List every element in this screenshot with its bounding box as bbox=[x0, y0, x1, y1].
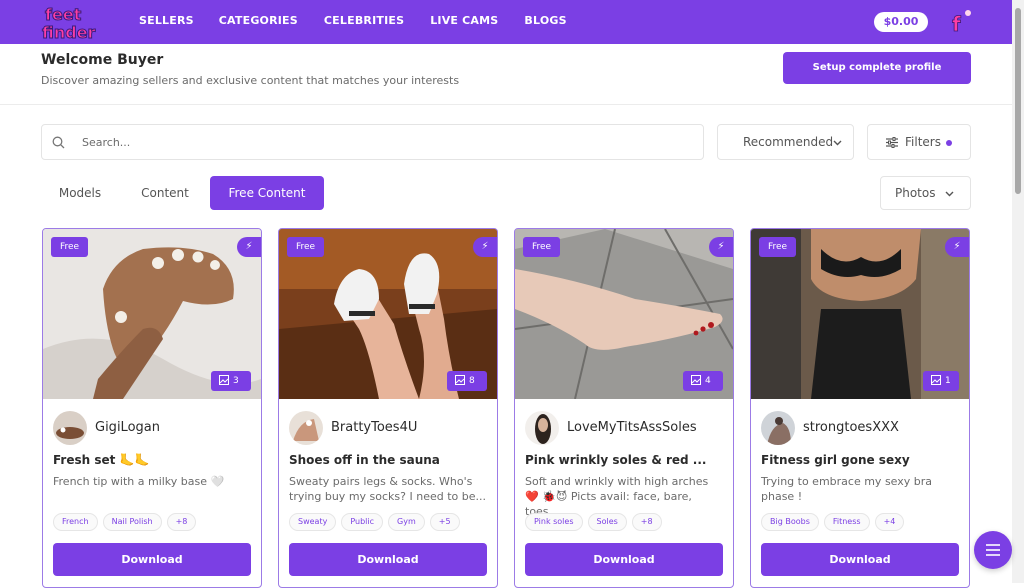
sliders-icon bbox=[886, 137, 898, 148]
filters-active-dot bbox=[946, 140, 952, 146]
tag-chip[interactable]: Soles bbox=[587, 513, 627, 531]
content-title: Pink wrinkly soles & red ... bbox=[525, 453, 707, 467]
tab-models[interactable]: Models bbox=[41, 176, 119, 210]
avatar[interactable] bbox=[53, 411, 87, 445]
wallet-balance-button[interactable]: $0.00 bbox=[874, 12, 928, 32]
nav-categories[interactable]: CATEGORIES bbox=[219, 14, 298, 27]
free-badge: Free bbox=[759, 237, 796, 257]
media-type-dropdown[interactable]: Photos bbox=[880, 176, 971, 210]
photo-count-badge: 4 bbox=[683, 371, 723, 391]
search-placeholder: Search... bbox=[82, 136, 131, 149]
lightning-icon: ⚡ bbox=[945, 237, 969, 257]
page-scrollbar[interactable] bbox=[1012, 0, 1024, 583]
avatar[interactable] bbox=[525, 411, 559, 445]
tag-chip[interactable]: French bbox=[53, 513, 98, 531]
tag-chip[interactable]: Big Boobs bbox=[761, 513, 819, 531]
tag-chip[interactable]: Pink soles bbox=[525, 513, 583, 531]
top-navbar: feet finder SELLERS CATEGORIES CELEBRITI… bbox=[0, 0, 1012, 44]
content-title: Fresh set 🦶🦶 bbox=[53, 453, 150, 467]
photo-count: 1 bbox=[945, 376, 951, 386]
photo-count-badge: 3 bbox=[211, 371, 251, 391]
tag-list: Big Boobs Fitness +4 bbox=[761, 513, 905, 531]
content-card[interactable]: Free ⚡ 8 BrattyToes4U Shoes off in the s… bbox=[278, 228, 498, 588]
tag-list: French Nail Polish +8 bbox=[53, 513, 197, 531]
svg-text:finder: finder bbox=[42, 23, 96, 42]
lightning-icon: ⚡ bbox=[709, 237, 733, 257]
image-icon bbox=[691, 375, 701, 385]
nav-sellers[interactable]: SELLERS bbox=[139, 14, 194, 27]
setup-profile-button[interactable]: Setup complete profile bbox=[783, 52, 971, 84]
search-input[interactable]: Search... bbox=[41, 124, 704, 160]
photo-count: 4 bbox=[705, 376, 711, 386]
content-description: Sweaty pairs legs & socks. Who's trying … bbox=[289, 475, 486, 503]
seller-username[interactable]: BrattyToes4U bbox=[331, 420, 417, 435]
seller-username[interactable]: LoveMyTitsAssSoles bbox=[567, 420, 697, 435]
welcome-section: Welcome Buyer Discover amazing sellers a… bbox=[41, 52, 459, 87]
floating-menu-button[interactable] bbox=[974, 531, 1012, 569]
welcome-subtitle: Discover amazing sellers and exclusive c… bbox=[41, 74, 460, 87]
image-icon bbox=[219, 375, 229, 385]
search-icon bbox=[52, 136, 65, 149]
download-button[interactable]: Download bbox=[289, 543, 487, 576]
tag-list: Pink soles Soles +8 bbox=[525, 513, 662, 531]
filters-button[interactable]: Filters bbox=[867, 124, 971, 160]
photo-count: 3 bbox=[233, 376, 239, 386]
tag-chip[interactable]: +8 bbox=[166, 513, 197, 531]
content-description: French tip with a milky base 🤍 bbox=[53, 475, 225, 488]
chevron-down-icon bbox=[833, 140, 842, 146]
seller-username[interactable]: GigiLogan bbox=[95, 420, 160, 435]
free-badge: Free bbox=[523, 237, 560, 257]
chevron-down-icon bbox=[945, 191, 954, 197]
lightning-icon: ⚡ bbox=[237, 237, 261, 257]
avatar[interactable] bbox=[761, 411, 795, 445]
content-title: Shoes off in the sauna bbox=[289, 453, 440, 467]
welcome-title: Welcome Buyer bbox=[41, 52, 164, 68]
content-description: Trying to embrace my sexy bra phase ! bbox=[761, 475, 933, 503]
tag-chip[interactable]: +5 bbox=[429, 513, 460, 531]
photo-count-badge: 8 bbox=[447, 371, 487, 391]
profile-avatar-icon[interactable]: f bbox=[950, 9, 972, 35]
lightning-icon: ⚡ bbox=[473, 237, 497, 257]
tab-content[interactable]: Content bbox=[126, 176, 204, 210]
tag-chip[interactable]: +4 bbox=[874, 513, 905, 531]
main-nav: SELLERS CATEGORIES CELEBRITIES LIVE CAMS… bbox=[139, 14, 567, 27]
image-icon bbox=[931, 375, 941, 385]
content-card[interactable]: Free ⚡ 3 GigiLogan Fresh set 🦶🦶 French t… bbox=[42, 228, 262, 588]
content-title: Fitness girl gone sexy bbox=[761, 453, 910, 467]
media-type-selected: Photos bbox=[895, 186, 936, 200]
tag-chip[interactable]: Public bbox=[341, 513, 384, 531]
sort-selected: Recommended bbox=[743, 135, 834, 149]
tag-chip[interactable]: Sweaty bbox=[289, 513, 337, 531]
download-button[interactable]: Download bbox=[525, 543, 723, 576]
seller-username[interactable]: strongtoesXXX bbox=[803, 420, 899, 435]
tab-free-content[interactable]: Free Content bbox=[210, 176, 324, 210]
content-card[interactable]: Free ⚡ 1 strongtoesXXX Fitness girl gone… bbox=[750, 228, 970, 588]
svg-text:feet: feet bbox=[45, 5, 82, 24]
header-divider bbox=[0, 104, 1012, 105]
download-button[interactable]: Download bbox=[53, 543, 251, 576]
tag-chip[interactable]: Nail Polish bbox=[102, 513, 162, 531]
nav-celebrities[interactable]: CELEBRITIES bbox=[324, 14, 404, 27]
download-button[interactable]: Download bbox=[761, 543, 959, 576]
sort-dropdown[interactable]: Recommended bbox=[717, 124, 854, 160]
tag-chip[interactable]: Gym bbox=[388, 513, 425, 531]
photo-count-badge: 1 bbox=[923, 371, 959, 391]
svg-text:f: f bbox=[952, 12, 961, 35]
free-badge: Free bbox=[287, 237, 324, 257]
tag-list: Sweaty Public Gym +5 bbox=[289, 513, 460, 531]
feetfinder-logo[interactable]: feet finder bbox=[41, 4, 103, 43]
free-badge: Free bbox=[51, 237, 88, 257]
photo-count: 8 bbox=[469, 376, 475, 386]
hamburger-menu-icon bbox=[986, 544, 1000, 556]
content-card[interactable]: Free ⚡ 4 LoveMyTitsAssSoles Pink wrinkly… bbox=[514, 228, 734, 588]
avatar[interactable] bbox=[289, 411, 323, 445]
nav-live-cams[interactable]: LIVE CAMS bbox=[430, 14, 498, 27]
tag-chip[interactable]: +8 bbox=[631, 513, 662, 531]
filters-label: Filters bbox=[905, 135, 941, 149]
nav-blogs[interactable]: BLOGS bbox=[524, 14, 566, 27]
scrollbar-thumb[interactable] bbox=[1015, 8, 1021, 194]
tag-chip[interactable]: Fitness bbox=[823, 513, 870, 531]
image-icon bbox=[455, 375, 465, 385]
